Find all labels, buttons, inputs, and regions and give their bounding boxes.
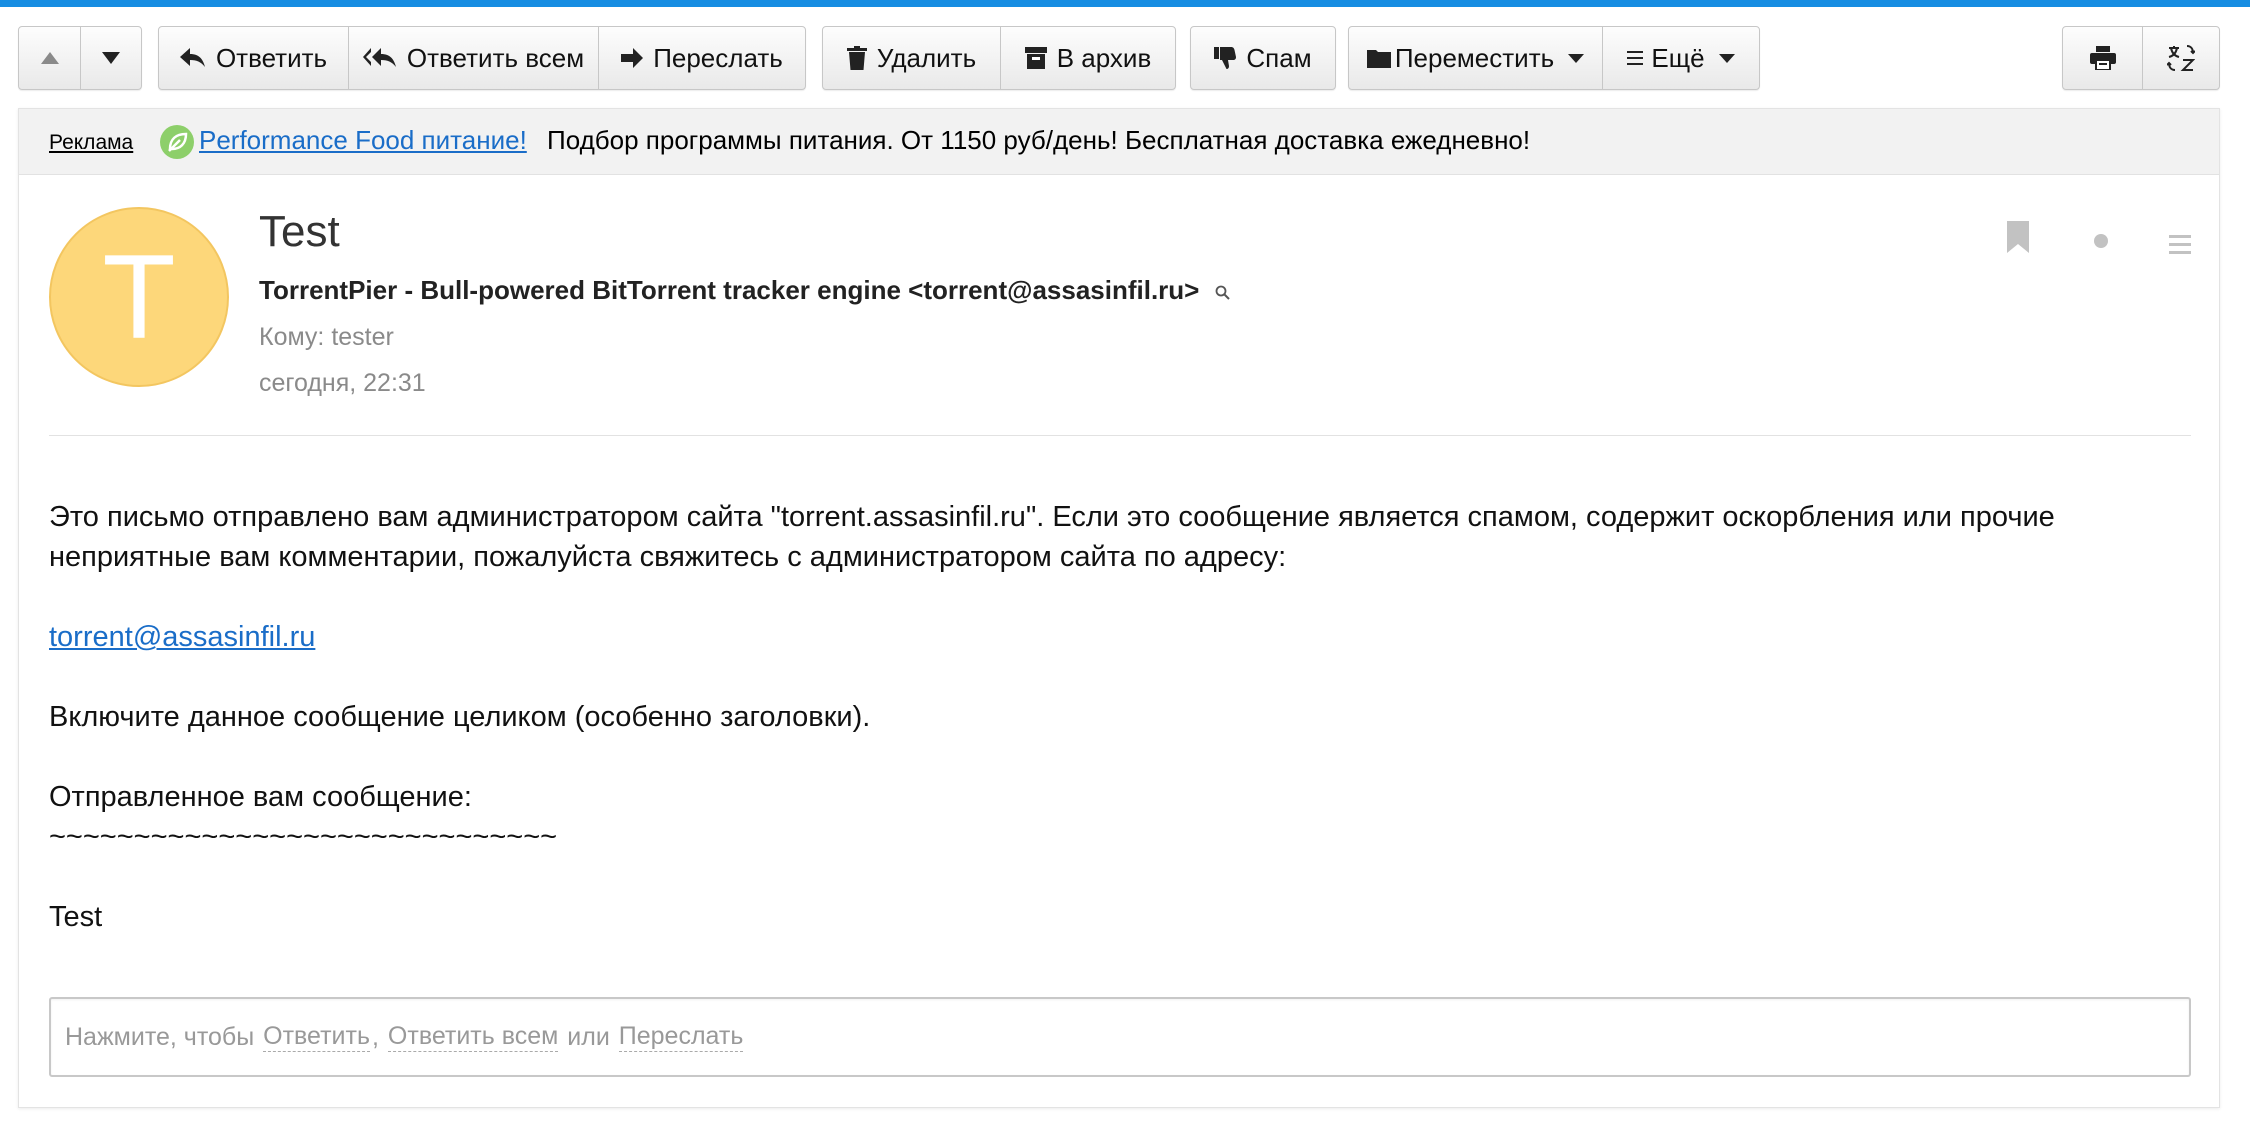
more-dropdown-button[interactable]: Ещё: [1603, 27, 1759, 89]
prev-message-button[interactable]: [19, 27, 81, 89]
sender-name: TorrentPier - Bull-powered BitTorrent tr…: [259, 275, 1200, 305]
next-message-button[interactable]: [81, 27, 141, 89]
sender-avatar: T: [49, 207, 229, 387]
message-toolbar: Ответить Ответить всем Переслать Удалить: [0, 26, 2250, 90]
thumbs-down-icon: [1214, 47, 1237, 69]
ad-banner: Реклама Performance Food питание! Подбор…: [19, 109, 2219, 175]
reply-box-forward-link[interactable]: Переслать: [618, 1022, 744, 1052]
reply-box-reply-all-link[interactable]: Ответить всем: [387, 1022, 559, 1052]
message-body: Это письмо отправлено вам администраторо…: [49, 497, 2189, 937]
reply-all-button-label: Ответить всем: [406, 42, 585, 73]
body-paragraph-sent: Отправленное вам сообщение:: [49, 781, 472, 813]
more-button-label: Ещё: [1651, 42, 1705, 73]
spam-button-label: Спам: [1246, 42, 1312, 73]
reply-box-reply-link[interactable]: Ответить: [263, 1022, 371, 1052]
spam-button[interactable]: Спам: [1191, 27, 1335, 89]
folder-icon: [1366, 48, 1391, 68]
unread-dot-icon[interactable]: [2093, 233, 2109, 254]
top-accent-stripe: [0, 0, 2250, 7]
delete-button[interactable]: Удалить: [823, 27, 1001, 89]
ad-link[interactable]: Performance Food питание!: [199, 125, 527, 156]
body-paragraph-include: Включите данное сообщение целиком (особе…: [49, 701, 871, 733]
chevron-down-icon: [1718, 53, 1735, 63]
reply-box-or: или: [567, 1022, 610, 1051]
move-more-group: Переместить Ещё: [1348, 26, 1760, 90]
forward-arrow-icon: [621, 48, 644, 68]
admin-email-link[interactable]: torrent@assasinfil.ru: [49, 621, 315, 653]
reply-button-label: Ответить: [215, 42, 328, 73]
move-button-label: Переместить: [1394, 42, 1555, 73]
trash-icon: [846, 46, 867, 70]
reply-box-comma: ,: [372, 1022, 379, 1051]
archive-button-label: В архив: [1056, 42, 1152, 73]
chevron-down-icon: [1568, 53, 1585, 63]
reply-box-prefix: Нажмите, чтобы: [65, 1022, 255, 1051]
reply-group: Ответить Ответить всем Переслать: [158, 26, 806, 90]
body-paragraph-intro: Это письмо отправлено вам администраторо…: [49, 501, 2055, 573]
message-date: сегодня, 22:31: [259, 369, 426, 397]
forward-button[interactable]: Переслать: [599, 27, 805, 89]
delete-button-label: Удалить: [876, 42, 977, 73]
menu-lines-icon: [1627, 51, 1644, 65]
arrow-up-icon: [40, 52, 59, 64]
translate-icon: [2167, 45, 2195, 71]
archive-box-icon: [1024, 47, 1047, 69]
print-translate-group: [2062, 26, 2220, 90]
arrow-down-icon: [102, 52, 120, 64]
message-subject: Test: [259, 207, 340, 256]
delete-archive-group: Удалить В архив: [822, 26, 1176, 90]
leaf-icon: [160, 125, 194, 159]
spam-group: Спам: [1190, 26, 1336, 90]
archive-button[interactable]: В архив: [1001, 27, 1175, 89]
reply-button[interactable]: Ответить: [159, 27, 349, 89]
ad-label[interactable]: Реклама: [49, 131, 133, 155]
message-recipient: Кому: tester: [259, 323, 394, 351]
nav-group: [18, 26, 142, 90]
menu-icon[interactable]: [2169, 235, 2191, 260]
bookmark-icon[interactable]: [2007, 221, 2029, 258]
move-dropdown-button[interactable]: Переместить: [1349, 27, 1603, 89]
translate-button[interactable]: [2143, 27, 2219, 89]
ad-text: Подбор программы питания. От 1150 руб/де…: [547, 125, 1531, 155]
reply-icon: [179, 48, 206, 68]
body-tilde-separator: ~~~~~~~~~~~~~~~~~~~~~~~~~~~~~~: [49, 821, 558, 853]
reply-all-button[interactable]: Ответить всем: [349, 27, 599, 89]
message-panel: Реклама Performance Food питание! Подбор…: [18, 108, 2220, 1108]
message-sender[interactable]: TorrentPier - Bull-powered BitTorrent tr…: [259, 275, 1231, 308]
reply-all-icon: [362, 48, 397, 68]
header-divider: [49, 435, 2191, 436]
print-button[interactable]: [2063, 27, 2143, 89]
forward-button-label: Переслать: [653, 42, 783, 73]
printer-icon: [2089, 46, 2116, 70]
search-icon[interactable]: [1215, 277, 1231, 308]
body-quoted-text: Test: [49, 901, 103, 933]
quick-reply-box[interactable]: Нажмите, чтобы Ответить, Ответить всем и…: [49, 997, 2191, 1077]
